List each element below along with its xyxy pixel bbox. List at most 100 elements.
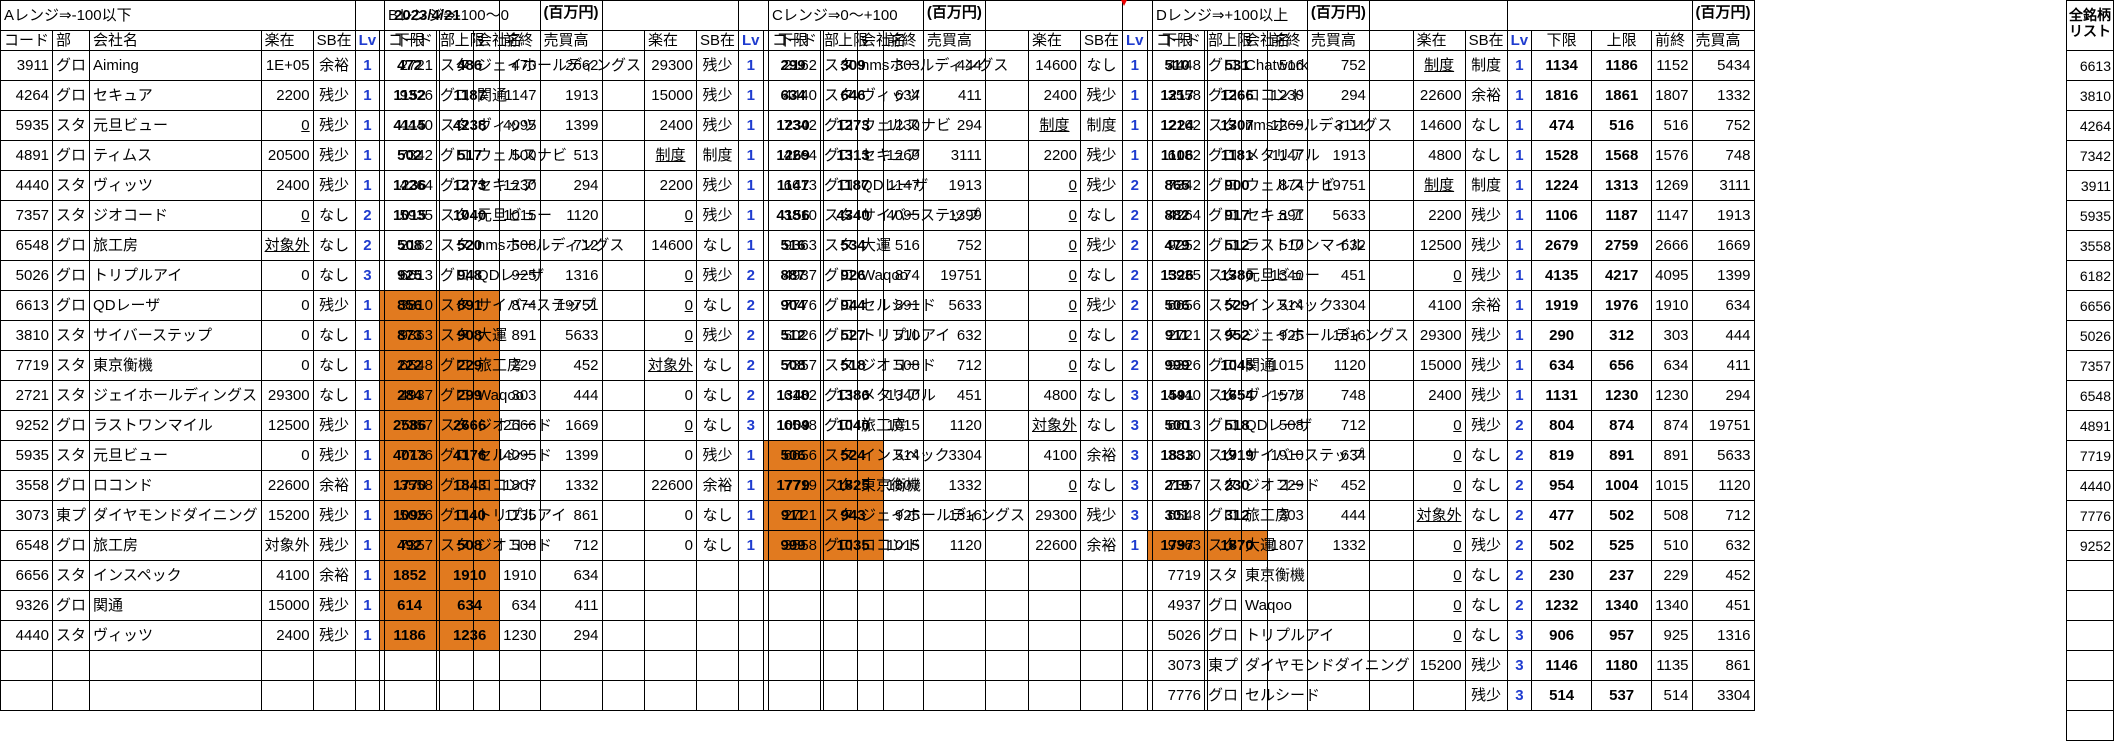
cell-lv: 2 xyxy=(354,200,381,231)
cell-code: 3810 xyxy=(383,290,438,321)
cell-sb: 余裕 xyxy=(695,470,740,501)
cell-code: 4264 xyxy=(0,80,54,111)
cell-name: ヴィッツ xyxy=(857,80,1029,111)
cell-bu: グロ xyxy=(1204,170,1243,201)
cell-bu: グロ xyxy=(820,170,859,201)
cell-bu: スタ xyxy=(436,320,475,351)
cell-low: 954 xyxy=(1531,470,1593,501)
cell-prev: 508 xyxy=(1651,500,1693,531)
cell-bu: グロ xyxy=(436,500,475,531)
cell-name: セキュア xyxy=(857,140,1029,171)
cell-raku: 0 xyxy=(1027,470,1082,501)
list-code: 5935 xyxy=(2066,200,2114,231)
cell-name: ジェイホールディングス xyxy=(1241,320,1414,351)
cell-code: 9363 xyxy=(383,320,438,351)
cell-vol: 1669 xyxy=(1691,230,1755,261)
cell-lv: 2 xyxy=(1506,590,1533,621)
cell-prev: 303 xyxy=(1651,320,1693,351)
cell-prev: 1230 xyxy=(1651,380,1693,411)
column-header-bu: 部 xyxy=(436,30,475,51)
empty-cell xyxy=(2066,560,2114,591)
cell-sb: 制度 xyxy=(695,140,740,171)
spreadsheet: Aレンジ⇒-100以下 2023/4/21 (百万円) コード部会社名 楽在 SB在 Lv 下… xyxy=(0,0,2114,755)
cell-prev: 510 xyxy=(1651,530,1693,561)
cell-sb: 残少 xyxy=(1464,650,1508,681)
cell-vol: 411 xyxy=(1691,350,1755,381)
column-header-sb: SB在 xyxy=(1464,30,1508,51)
cell-name: Chatwork xyxy=(1241,50,1414,81)
cell-bu: グロ xyxy=(820,530,859,561)
cell-code: 2162 xyxy=(383,230,438,261)
column-header-name: 会社名 xyxy=(857,30,1029,51)
cell-code: 4440 xyxy=(0,620,54,651)
cell-raku: 0 xyxy=(1412,470,1466,501)
cell-raku: 0 xyxy=(643,500,698,531)
cell-code: 7357 xyxy=(383,530,438,561)
cell-lv: 2 xyxy=(1122,260,1148,291)
list-row: 4440 xyxy=(2066,470,2114,501)
cell-raku: 15000 xyxy=(260,590,314,621)
cell-name: セキュア xyxy=(89,80,262,111)
cell-name: ジオコード xyxy=(89,200,262,231)
cell-code: 6548 xyxy=(383,350,438,381)
cell-lv: 1 xyxy=(354,80,381,111)
cell-lv: 1 xyxy=(738,110,764,141)
list-row: 6613 xyxy=(2066,50,2114,81)
cell-sb: なし xyxy=(312,230,356,261)
cell-bu: グロ xyxy=(820,260,859,291)
cell-raku: 4800 xyxy=(1412,140,1466,171)
cell-sb: 残少 xyxy=(312,440,356,471)
empty-cell xyxy=(1027,680,1082,711)
cell-raku: 14600 xyxy=(1027,50,1082,81)
cell-sb: 制度 xyxy=(1464,170,1508,201)
cell-sb: 残少 xyxy=(312,620,356,651)
empty-cell xyxy=(738,680,764,711)
list-code: 5026 xyxy=(2066,320,2114,351)
cell-sb: なし xyxy=(695,530,740,561)
cell-bu: グロ xyxy=(52,410,91,441)
empty-cell xyxy=(1027,620,1082,651)
cell-name: 大運 xyxy=(1241,530,1414,561)
cell-bu: グロ xyxy=(1204,680,1243,711)
cell-high: 4217 xyxy=(1591,260,1653,291)
list-header-row: 全銘柄リスト xyxy=(2066,0,2114,51)
cell-name: 大運 xyxy=(473,320,645,351)
cell-low: 2679 xyxy=(1531,230,1593,261)
cell-sb: なし xyxy=(1079,350,1124,381)
cell-name: 東京衡機 xyxy=(857,470,1029,501)
empty-cell xyxy=(260,650,314,681)
cell-sb: 残少 xyxy=(1464,230,1508,261)
stock-row: 6548 グロ 旅工房 対象外 なし 2 477 502 508 712 xyxy=(1151,500,1755,531)
cell-lv: 1 xyxy=(738,230,764,261)
empty-cell xyxy=(383,650,438,681)
cell-bu: グロ xyxy=(52,470,91,501)
cell-raku: 0 xyxy=(643,530,698,561)
cell-lv: 2 xyxy=(738,380,764,411)
cell-sb: 残少 xyxy=(695,170,740,201)
cell-code: 7357 xyxy=(383,410,438,441)
empty-cell xyxy=(354,650,381,681)
column-header-low: 下限 xyxy=(1531,30,1593,51)
cell-bu: スタ xyxy=(1204,470,1243,501)
cell-sb: 残少 xyxy=(695,80,740,111)
cell-raku: 29300 xyxy=(1027,500,1082,531)
column-header-raku: 楽在 xyxy=(1027,30,1082,51)
list-row: 4891 xyxy=(2066,410,2114,441)
cell-sb: 残少 xyxy=(695,320,740,351)
cell-sb: なし xyxy=(1464,440,1508,471)
cell-name: ジオコード xyxy=(857,350,1029,381)
cell-sb: なし xyxy=(1464,110,1508,141)
cell-raku: 2400 xyxy=(1412,380,1466,411)
cell-bu: スタ xyxy=(52,380,91,411)
cell-raku: 対象外 xyxy=(1027,410,1082,441)
cell-raku: 0 xyxy=(1412,530,1466,561)
cell-bu: グロ xyxy=(1204,230,1243,261)
empty-cell xyxy=(857,620,1029,651)
stock-row: 2721 スタ ジェイホールディングス 29300 残少 1 290 312 303 444 xyxy=(1151,320,1755,351)
cell-raku: 0 xyxy=(260,290,314,321)
cell-sb: なし xyxy=(1079,260,1124,291)
cell-bu: スタ xyxy=(1204,320,1243,351)
column-header-code: コード xyxy=(767,30,822,51)
cell-name: Waqoo xyxy=(1241,590,1414,621)
cell-name: QDレーザ xyxy=(857,170,1029,201)
